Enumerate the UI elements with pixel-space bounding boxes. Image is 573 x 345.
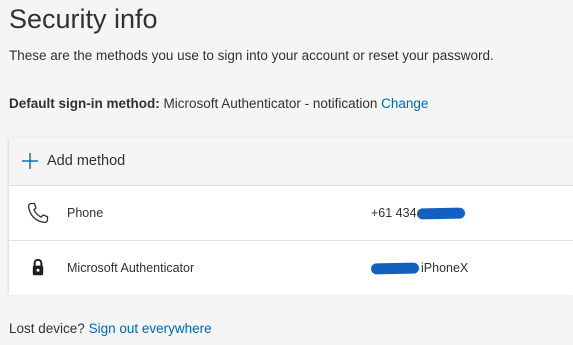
device-name: iPhoneX bbox=[421, 261, 469, 275]
default-method-label: Default sign-in method: bbox=[9, 96, 160, 111]
lost-device-text: Lost device? bbox=[9, 321, 85, 336]
redaction-mark bbox=[416, 207, 465, 219]
plus-icon bbox=[22, 153, 38, 169]
page-description: These are the methods you use to sign in… bbox=[9, 48, 494, 63]
method-name-authenticator: Microsoft Authenticator bbox=[67, 261, 195, 275]
page-title: Security info bbox=[9, 4, 158, 34]
lock-icon bbox=[26, 256, 50, 280]
default-method-value: Microsoft Authenticator - notification bbox=[163, 96, 378, 111]
change-default-method-link[interactable]: Change bbox=[381, 96, 428, 111]
default-signin-method: Default sign-in method: Microsoft Authen… bbox=[9, 96, 428, 111]
method-row-phone: Phone +61 434 bbox=[9, 186, 573, 241]
methods-panel: Add method Phone +61 434 Microsoft Authe… bbox=[9, 137, 573, 295]
redaction-mark bbox=[370, 262, 420, 274]
phone-number-prefix: +61 434 bbox=[371, 206, 417, 220]
sign-out-everywhere-link[interactable]: Sign out everywhere bbox=[89, 321, 212, 336]
method-row-authenticator: Microsoft Authenticator iPhoneX bbox=[9, 241, 573, 295]
add-method-label: Add method bbox=[47, 153, 126, 169]
method-detail-authenticator: iPhoneX bbox=[370, 261, 469, 275]
method-name-phone: Phone bbox=[67, 206, 104, 220]
method-detail-phone: +61 434 bbox=[371, 206, 465, 220]
lost-device-section: Lost device? Sign out everywhere bbox=[9, 321, 212, 336]
phone-icon bbox=[26, 201, 50, 225]
add-method-button[interactable]: Add method bbox=[9, 137, 573, 186]
